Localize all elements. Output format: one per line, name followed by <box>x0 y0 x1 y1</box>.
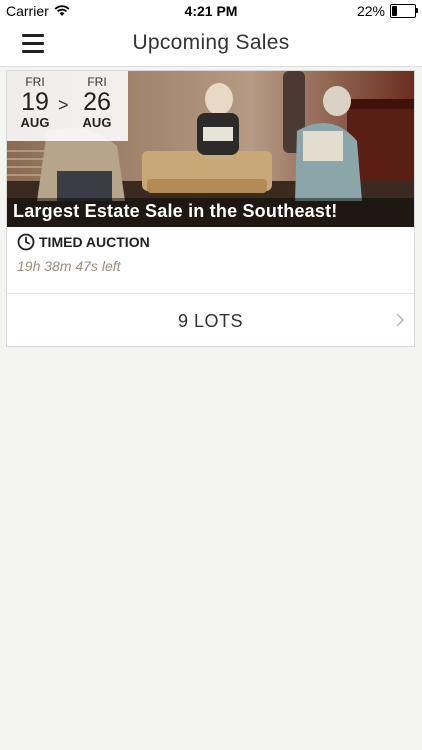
end-date: FRI 26 AUG <box>77 75 117 130</box>
chevron-right-icon <box>396 313 404 327</box>
lots-button[interactable]: 9 LOTS <box>7 293 414 347</box>
date-badge: FRI 19 AUG > FRI 26 AUG <box>7 71 128 141</box>
end-month: AUG <box>82 115 112 130</box>
sale-card[interactable]: FRI 19 AUG > FRI 26 AUG Largest Estate S… <box>6 70 415 347</box>
countdown-timer: 19h 38m 47s left <box>17 258 121 274</box>
start-day: 19 <box>21 88 49 116</box>
auction-info: TIMED AUCTION 19h 38m 47s left <box>17 233 150 274</box>
status-bar: Carrier 4:21 PM 22% <box>0 0 422 22</box>
auction-type-label: TIMED AUCTION <box>39 234 150 250</box>
battery-icon <box>390 4 418 18</box>
clock-icon <box>17 233 35 251</box>
start-date: FRI 19 AUG <box>15 75 55 130</box>
battery-group: 22% <box>356 3 418 19</box>
date-separator: > <box>58 95 69 115</box>
start-dow: FRI <box>25 75 45 89</box>
end-day: 26 <box>83 88 111 116</box>
sale-hero-image[interactable]: FRI 19 AUG > FRI 26 AUG Largest Estate S… <box>7 71 414 227</box>
battery-percent: 22% <box>356 3 385 19</box>
nav-bar: Upcoming Sales <box>0 22 422 67</box>
end-dow: FRI <box>87 75 107 89</box>
page-title: Upcoming Sales <box>132 31 290 54</box>
sale-title-bar: Largest Estate Sale in the Southeast! <box>7 198 414 227</box>
lots-label: 9 LOTS <box>177 311 244 331</box>
auction-type: TIMED AUCTION <box>17 233 150 251</box>
sale-title: Largest Estate Sale in the Southeast! <box>13 201 338 221</box>
start-month: AUG <box>20 115 50 130</box>
